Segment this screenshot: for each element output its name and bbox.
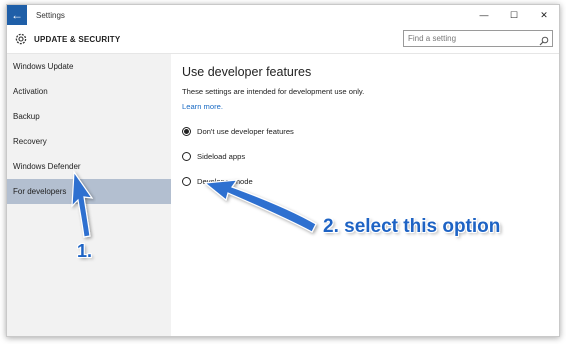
search-box[interactable] <box>403 30 553 47</box>
page-description: These settings are intended for developm… <box>182 87 365 96</box>
sidebar-item-label: For developers <box>13 187 67 196</box>
close-icon: ✕ <box>540 9 548 20</box>
sidebar-item-label: Windows Update <box>13 62 74 71</box>
sidebar-item-backup[interactable]: Backup <box>7 104 171 129</box>
sidebar-item-label: Recovery <box>13 137 47 146</box>
option-label: Don't use developer features <box>197 126 294 136</box>
search-input[interactable] <box>404 34 536 43</box>
settings-window: ← Settings — ☐ ✕ UPDATE & SECURITY Find … <box>6 4 560 337</box>
radio-unselected-icon[interactable] <box>182 151 191 161</box>
option-label: Developer mode <box>197 176 253 186</box>
sidebar-item-recovery[interactable]: Recovery <box>7 129 171 154</box>
close-button[interactable]: ✕ <box>529 5 559 25</box>
back-button[interactable]: ← <box>7 5 27 25</box>
option-dont-use-developer-features[interactable]: Don't use developer features <box>182 125 294 137</box>
page-header: UPDATE & SECURITY <box>7 25 559 54</box>
annotation-step-1: 1. <box>77 241 93 261</box>
search-icon[interactable] <box>539 33 549 51</box>
sidebar-item-for-developers[interactable]: For developers <box>7 179 171 204</box>
section-title: UPDATE & SECURITY <box>34 34 121 44</box>
maximize-button[interactable]: ☐ <box>499 5 529 25</box>
title-bar: ← Settings — ☐ ✕ <box>7 5 559 25</box>
sidebar-item-windows-defender[interactable]: Windows Defender <box>7 154 171 179</box>
main-content: Use developer features These settings ar… <box>172 54 559 336</box>
back-arrow-icon: ← <box>11 8 23 22</box>
minimize-icon: — <box>479 10 489 20</box>
gear-icon <box>14 32 28 46</box>
learn-more-link[interactable]: Learn more. <box>182 102 223 111</box>
maximize-icon: ☐ <box>509 9 519 20</box>
sidebar-item-activation[interactable]: Activation <box>7 79 171 104</box>
minimize-button[interactable]: — <box>469 5 499 25</box>
radio-unselected-icon[interactable] <box>182 176 191 186</box>
radio-selected-icon[interactable] <box>182 126 191 136</box>
option-developer-mode[interactable]: Developer mode <box>182 175 253 187</box>
sidebar-item-label: Activation <box>13 87 48 96</box>
window-title: Settings <box>36 10 65 20</box>
sidebar-item-label: Windows Defender <box>13 162 81 171</box>
annotation-step-2: 2. select this option <box>323 216 501 237</box>
window-controls: — ☐ ✕ <box>469 5 559 25</box>
sidebar-item-windows-update[interactable]: Windows Update <box>7 54 171 79</box>
sidebar: Windows Update Activation Backup Recover… <box>7 54 171 336</box>
option-sideload-apps[interactable]: Sideload apps <box>182 150 245 162</box>
sidebar-item-label: Backup <box>13 112 40 121</box>
option-label: Sideload apps <box>197 151 246 161</box>
page-title: Use developer features <box>182 65 312 79</box>
